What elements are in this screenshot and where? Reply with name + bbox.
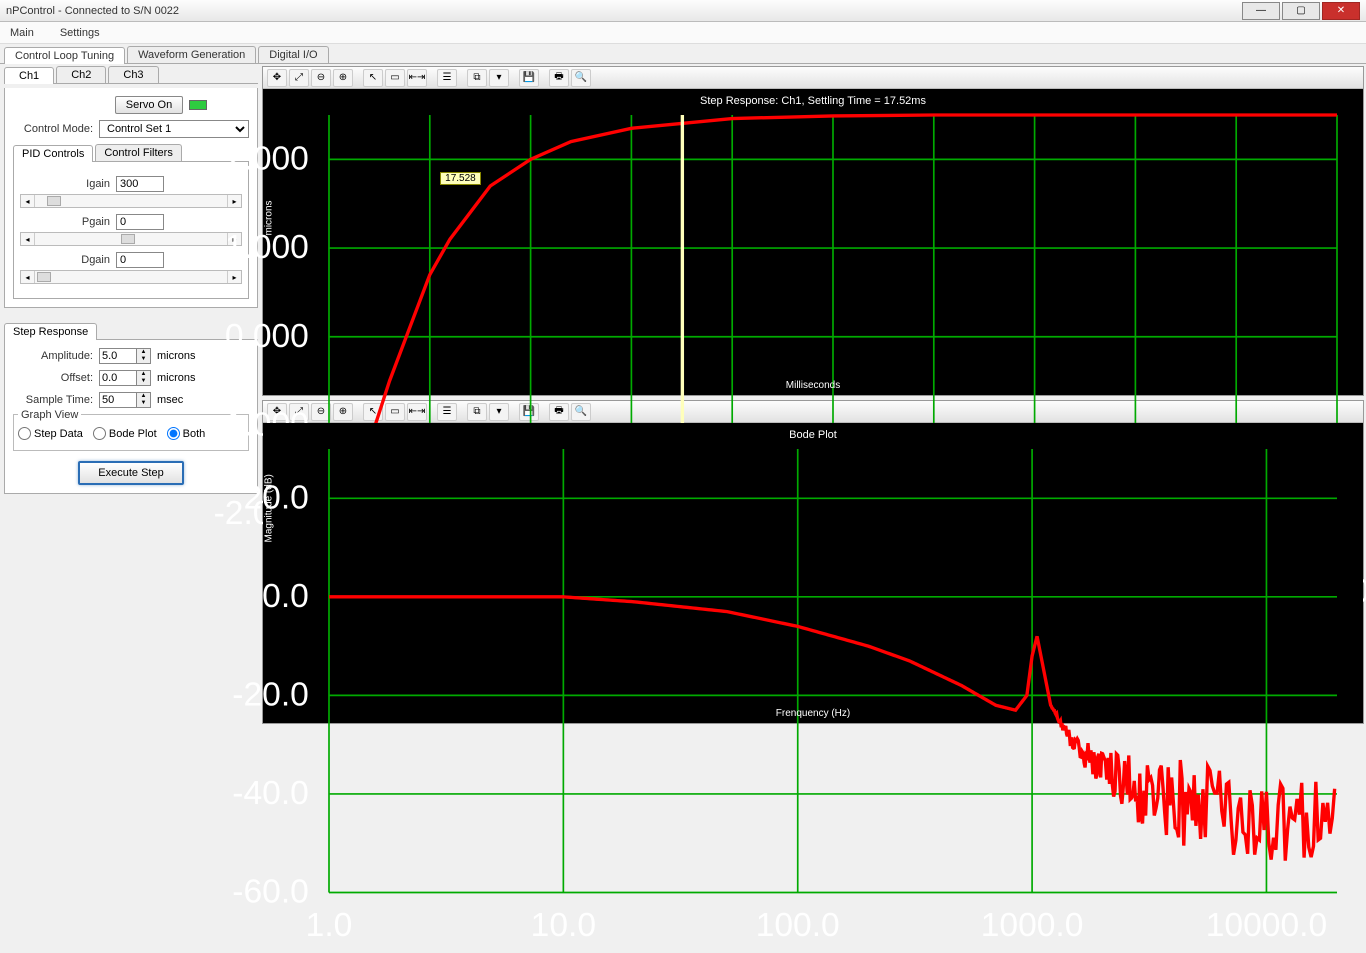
zoom-out-icon[interactable]: ⊖ xyxy=(311,403,331,421)
svg-text:20.0: 20.0 xyxy=(243,479,308,516)
pid-body: Igain ◂▸ Pgain ◂▸ Dgain ◂▸ xyxy=(13,162,249,299)
window-title: nPControl - Connected to S/N 0022 xyxy=(6,5,179,17)
amplitude-input[interactable]: ▲▼ xyxy=(99,348,151,364)
right-panel: ✥ ⤢ ⊖ ⊕ ↖ ▭ ⇤⇥ ☰ ⧉ ▾ 💾 🖶 🔍 Step Re xyxy=(262,64,1366,726)
svg-text:0.000: 0.000 xyxy=(225,318,309,355)
control-mode-select[interactable]: Control Set 1 xyxy=(99,120,249,138)
igain-slider[interactable]: ◂▸ xyxy=(20,194,242,208)
svg-text:1.0: 1.0 xyxy=(306,907,353,944)
sample-time-label: Sample Time: xyxy=(13,394,93,406)
zoom-in-icon[interactable]: ⊕ xyxy=(333,69,353,87)
settling-time-annotation: 17.528 xyxy=(440,172,481,185)
step-response-plot: ✥ ⤢ ⊖ ⊕ ↖ ▭ ⇤⇥ ☰ ⧉ ▾ 💾 🖶 🔍 Step Re xyxy=(262,66,1364,396)
dgain-input[interactable] xyxy=(116,252,164,268)
titlebar: nPControl - Connected to S/N 0022 — ▢ ✕ xyxy=(0,0,1366,22)
svg-text:-60.0: -60.0 xyxy=(232,874,309,911)
control-mode-label: Control Mode: xyxy=(13,123,93,135)
step-plot-area[interactable]: Step Response: Ch1, Settling Time = 17.5… xyxy=(263,89,1363,395)
menu-main[interactable]: Main xyxy=(6,25,38,41)
bode-plot-area[interactable]: Bode Plot 1.010.0100.01000.010000.0-60.0… xyxy=(263,423,1363,723)
minimize-button[interactable]: — xyxy=(1242,2,1280,20)
tab-control-filters[interactable]: Control Filters xyxy=(95,144,181,161)
dropdown-icon[interactable]: ▾ xyxy=(489,69,509,87)
step-plot-title: Step Response: Ch1, Settling Time = 17.5… xyxy=(263,89,1363,109)
svg-text:10.0: 10.0 xyxy=(531,907,596,944)
graph-view-legend: Graph View xyxy=(18,409,81,421)
window-buttons: — ▢ ✕ xyxy=(1242,2,1360,20)
dgain-label: Dgain xyxy=(20,254,110,266)
svg-text:2.000: 2.000 xyxy=(225,140,309,177)
servo-led-icon xyxy=(189,100,207,110)
channel-tabs: Ch1 Ch2 Ch3 xyxy=(4,66,258,84)
menu-settings[interactable]: Settings xyxy=(56,25,104,41)
svg-text:10000.0: 10000.0 xyxy=(1206,907,1327,944)
radio-bode-plot[interactable]: Bode Plot xyxy=(93,427,157,440)
pgain-input[interactable] xyxy=(116,214,164,230)
close-button[interactable]: ✕ xyxy=(1322,2,1360,20)
preview-icon[interactable]: 🔍 xyxy=(571,69,591,87)
step-response-tabs: Step Response xyxy=(4,322,258,340)
pointer-icon[interactable]: ↖ xyxy=(363,69,383,87)
tab-ch3[interactable]: Ch3 xyxy=(108,66,158,83)
tab-waveform-generation[interactable]: Waveform Generation xyxy=(127,46,256,63)
svg-text:1000.0: 1000.0 xyxy=(981,907,1084,944)
left-panel: Ch1 Ch2 Ch3 Servo On Control Mode: Contr… xyxy=(0,64,262,726)
pan-icon[interactable]: ✥ xyxy=(267,69,287,87)
main-tabs: Control Loop Tuning Waveform Generation … xyxy=(0,44,1366,64)
zoom-out-icon[interactable]: ⊖ xyxy=(311,69,331,87)
select-icon[interactable]: ▭ xyxy=(385,69,405,87)
channel-body: Servo On Control Mode: Control Set 1 PID… xyxy=(4,88,258,308)
tab-step-response[interactable]: Step Response xyxy=(4,323,97,340)
svg-text:-40.0: -40.0 xyxy=(232,775,309,812)
tab-ch2[interactable]: Ch2 xyxy=(56,66,106,83)
cursor-icon[interactable]: ⇤⇥ xyxy=(407,69,427,87)
plot-toolbar-top: ✥ ⤢ ⊖ ⊕ ↖ ▭ ⇤⇥ ☰ ⧉ ▾ 💾 🖶 🔍 xyxy=(263,67,1363,89)
radio-step-data[interactable]: Step Data xyxy=(18,427,83,440)
menubar: Main Settings xyxy=(0,22,1366,44)
step-ylabel: microns xyxy=(264,200,275,235)
sample-time-unit: msec xyxy=(157,394,183,406)
pgain-slider[interactable]: ◂▸ xyxy=(20,232,242,246)
tab-digital-io[interactable]: Digital I/O xyxy=(258,46,328,63)
igain-label: Igain xyxy=(20,178,110,190)
tab-pid-controls[interactable]: PID Controls xyxy=(13,145,93,162)
tab-control-loop-tuning[interactable]: Control Loop Tuning xyxy=(4,47,125,64)
offset-input[interactable]: ▲▼ xyxy=(99,370,151,386)
bode-xlabel: Frenquency (Hz) xyxy=(263,708,1363,719)
bode-plot: ✥ ⤢ ⊖ ⊕ ↖ ▭ ⇤⇥ ☰ ⧉ ▾ 💾 🖶 🔍 Bode Pl xyxy=(262,400,1364,724)
pid-subtabs: PID Controls Control Filters xyxy=(13,144,249,162)
amplitude-unit: microns xyxy=(157,350,196,362)
servo-on-button[interactable]: Servo On xyxy=(115,96,183,114)
step-xlabel: Milliseconds xyxy=(263,380,1363,391)
radio-both[interactable]: Both xyxy=(167,427,206,440)
svg-text:100.0: 100.0 xyxy=(756,907,840,944)
sample-time-input[interactable]: ▲▼ xyxy=(99,392,151,408)
save-icon[interactable]: 💾 xyxy=(519,69,539,87)
execute-step-button[interactable]: Execute Step xyxy=(78,461,183,485)
copy-icon[interactable]: ⧉ xyxy=(467,69,487,87)
amplitude-label: Amplitude: xyxy=(13,350,93,362)
maximize-button[interactable]: ▢ xyxy=(1282,2,1320,20)
igain-input[interactable] xyxy=(116,176,164,192)
zoom-icon[interactable]: ⤢ xyxy=(289,69,309,87)
offset-unit: microns xyxy=(157,372,196,384)
svg-text:0.0: 0.0 xyxy=(262,578,309,615)
offset-label: Offset: xyxy=(13,372,93,384)
pgain-label: Pgain xyxy=(20,216,110,228)
dgain-slider[interactable]: ◂▸ xyxy=(20,270,242,284)
tab-ch1[interactable]: Ch1 xyxy=(4,67,54,84)
props-icon[interactable]: ☰ xyxy=(437,69,457,87)
print-icon[interactable]: 🖶 xyxy=(549,69,569,87)
bode-plot-title: Bode Plot xyxy=(263,423,1363,443)
bode-ylabel: Magnitude (dB) xyxy=(264,474,275,542)
